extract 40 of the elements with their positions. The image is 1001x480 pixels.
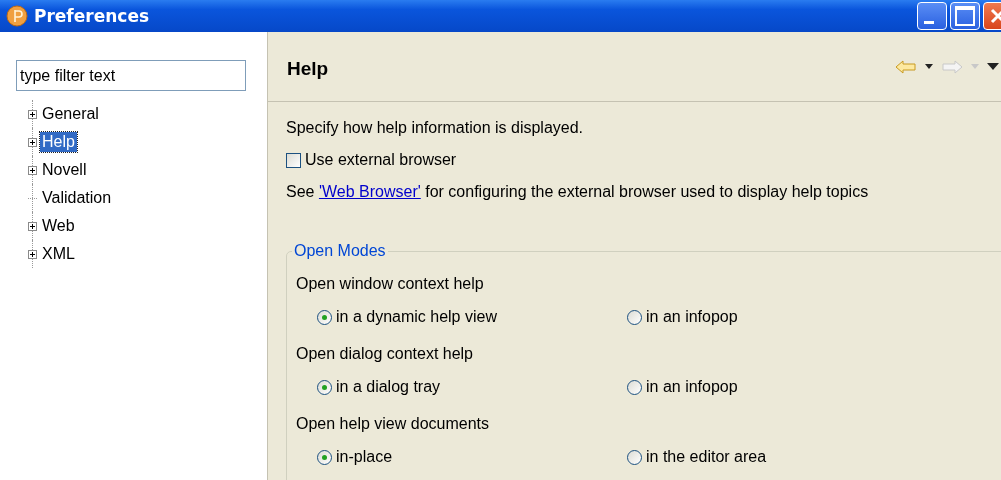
browser-note-text: See 'Web Browser' for configuring the external browser used to display help topics: [286, 182, 870, 202]
radio-label: in-place: [336, 448, 393, 466]
expand-icon[interactable]: [28, 137, 37, 147]
expand-icon[interactable]: [28, 109, 37, 119]
app-icon: [6, 5, 28, 27]
maximize-button[interactable]: [950, 2, 980, 30]
tree-item[interactable]: Help: [40, 132, 77, 152]
expand-icon[interactable]: [28, 165, 37, 175]
radio-button[interactable]: [317, 379, 332, 395]
description-text: Specify how help information is displayed.: [286, 118, 585, 138]
expand-icon[interactable]: [28, 221, 37, 231]
radio-label: in the editor area: [646, 448, 767, 466]
radio-button[interactable]: [627, 449, 642, 465]
window-title: Preferences: [34, 6, 150, 26]
expand-icon[interactable]: [28, 249, 37, 259]
dropdown-icon[interactable]: [925, 64, 933, 69]
setting-label: Open window context help: [296, 274, 485, 294]
radio-label: in an infopop: [646, 308, 738, 326]
radio-label: in a dialog tray: [336, 378, 441, 396]
radio-button[interactable]: [627, 309, 642, 325]
tree-item[interactable]: General: [40, 104, 101, 124]
radio-label: in an infopop: [646, 378, 738, 396]
web-browser-link[interactable]: 'Web Browser': [318, 183, 421, 200]
minimize-button[interactable]: [917, 2, 947, 30]
menu-icon[interactable]: [987, 63, 999, 70]
radio-button[interactable]: [627, 379, 642, 395]
checkbox-label: Use external browser: [305, 151, 457, 169]
setting-label: Open dialog context help: [296, 344, 474, 364]
setting-label: Open help view documents: [296, 414, 490, 434]
radio-button[interactable]: [317, 449, 332, 465]
tree-item[interactable]: XML: [40, 244, 77, 264]
tree-item[interactable]: Web: [40, 216, 77, 236]
page-title: Help: [287, 57, 329, 80]
group-title: Open Modes: [293, 242, 387, 260]
radio-label: in a dynamic help view: [336, 308, 497, 326]
checkbox[interactable]: [286, 152, 301, 168]
radio-button[interactable]: [317, 309, 332, 325]
tree-item[interactable]: Validation: [40, 188, 114, 208]
filter-field[interactable]: type filter text: [16, 60, 246, 91]
tree-item[interactable]: Novell: [40, 160, 89, 180]
